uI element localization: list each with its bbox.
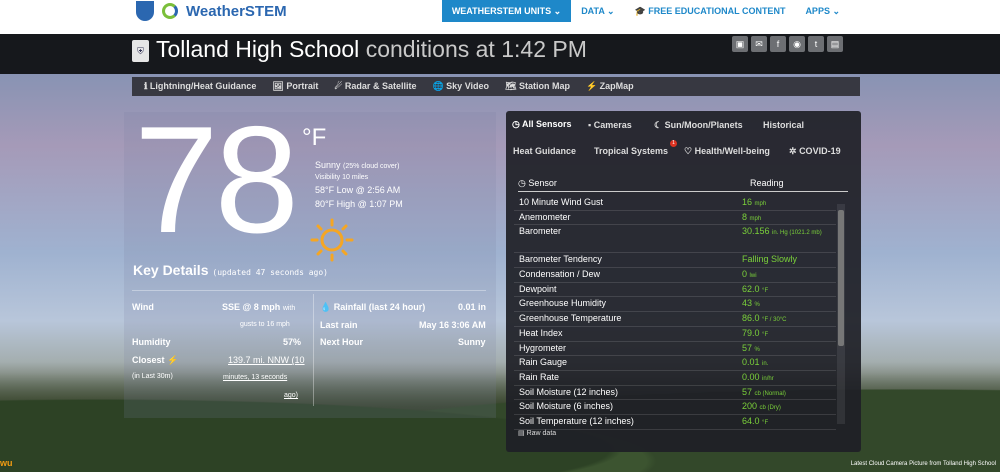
closest-lightning-value-2[interactable]: minutes, 13 seconds <box>223 374 287 381</box>
temperature-unit: °F <box>302 124 327 151</box>
visibility: Visibility 10 miles <box>315 174 369 181</box>
low-temp: 58°F Low @ 2:56 AM <box>315 185 401 195</box>
divider <box>313 294 314 406</box>
last-rain-value: May 16 3:06 AM <box>419 320 486 330</box>
humidity-label: Humidity <box>132 337 171 347</box>
title-bar: ⛨ Tolland High School conditions at 1:42… <box>0 34 1000 74</box>
table-row[interactable]: Dewpoint 62.0 °F <box>514 283 836 298</box>
next-hour-label: Next Hour <box>320 337 364 347</box>
col-reading: Reading <box>750 178 784 188</box>
school-name: Tolland High School <box>156 36 360 62</box>
page-title: Tolland High School conditions at 1:42 P… <box>156 36 587 63</box>
key-details-heading: Key Details (updated 47 seconds ago) <box>133 262 328 278</box>
table-row[interactable]: Barometer Tendency Falling Slowly <box>514 253 836 269</box>
col-sensor: Sensor <box>528 178 557 188</box>
camera-caption: Latest Cloud Camera Picture from Tolland… <box>850 461 996 467</box>
nav-free-educational-content[interactable]: 🎓 FREE EDUCATIONAL CONTENT <box>625 0 796 22</box>
closest-lightning-label: Closest ⚡ <box>132 355 179 365</box>
closest-lightning-value[interactable]: 139.7 mi. NNW (10 <box>228 355 305 365</box>
subnav-sky-video[interactable]: 🌐 Sky Video <box>432 81 489 92</box>
humidity-value: 57% <box>283 337 302 347</box>
tab-covid-19[interactable]: ✲ COVID-19 <box>789 146 841 157</box>
sensor-table-scrollbar[interactable] <box>837 204 845 424</box>
cloud-cover: (25% cloud cover) <box>343 163 400 170</box>
chat-icon[interactable]: ◉ <box>789 36 805 52</box>
clock-icon: ◷ <box>518 178 526 188</box>
scrollbar-thumb[interactable] <box>838 210 844 346</box>
table-row[interactable]: Barometer 30.156 in. Hg (1021.2 mb) <box>514 225 836 254</box>
condition-text: Sunny <box>315 160 341 170</box>
top-navbar: WeatherSTEM WEATHERSTEM UNITS ⌄ DATA ⌄ 🎓… <box>0 0 1000 34</box>
raindrop-icon: 💧 <box>320 302 332 312</box>
rainfall-label: 💧 Rainfall (last 24 hour) <box>320 302 426 312</box>
rainfall-value: 0.01 in <box>458 302 487 312</box>
tab-tropical-systems[interactable]: Tropical Systems <box>594 146 668 156</box>
tab-cameras[interactable]: ▪ Cameras <box>588 120 632 130</box>
twitter-icon[interactable]: t <box>808 36 824 52</box>
wind-label: Wind <box>132 302 154 312</box>
raw-data-link[interactable]: ▤ Raw data <box>518 429 556 437</box>
table-row[interactable]: 10 Minute Wind Gust 16 mph <box>514 196 836 211</box>
table-row[interactable]: Condensation / Dew 0 lwi <box>514 268 836 283</box>
social-icons: ▣ ✉ f ◉ t ▤ <box>732 36 843 52</box>
wu-logo: wu <box>0 458 13 468</box>
moon-icon: ☾ <box>654 120 663 130</box>
key-details-updated: (updated 47 seconds ago) <box>212 268 328 277</box>
nav-data[interactable]: DATA ⌄ <box>571 0 624 22</box>
sun-icon <box>310 218 354 262</box>
table-row[interactable]: Soil Moisture (6 inches) 200 cb (Dry) <box>514 400 836 415</box>
mail-icon[interactable]: ✉ <box>751 36 767 52</box>
sensor-table: 10 Minute Wind Gust 16 mph Anemometer 8 mp… <box>514 196 836 430</box>
table-row[interactable]: Soil Temperature (12 inches) 64.0 °F <box>514 415 836 430</box>
logo-text: WeatherSTEM <box>186 2 287 20</box>
tab-heat-guidance[interactable]: Heat Guidance <box>513 146 576 156</box>
tv-icon[interactable]: ▤ <box>827 36 843 52</box>
table-row[interactable]: Hygrometer 57 % <box>514 342 836 357</box>
facebook-icon[interactable]: f <box>770 36 786 52</box>
subnav-lightning-heat-guidance[interactable]: ℹ Lightning/Heat Guidance <box>144 81 256 92</box>
tab-all-sensors[interactable]: ◷ All Sensors <box>512 119 572 130</box>
subnav-radar-satellite[interactable]: ☄ Radar & Satellite <box>334 81 416 92</box>
table-row[interactable]: Greenhouse Temperature 86.0 °F / 30°C <box>514 312 836 327</box>
wind-value: SSE @ 8 mph with <box>222 302 296 312</box>
table-row[interactable]: Soil Moisture (12 inches) 57 cb (Normal) <box>514 386 836 401</box>
weatherstem-leaf-icon <box>162 3 178 19</box>
table-row[interactable]: Heat Index 79.0 °F <box>514 327 836 342</box>
table-row[interactable]: Anemometer 8 mph <box>514 211 836 226</box>
nav-weatherstem-units[interactable]: WEATHERSTEM UNITS ⌄ <box>441 0 572 22</box>
high-temp: 80°F High @ 1:07 PM <box>315 199 403 209</box>
subnav-station-map[interactable]: 🗺 Station Map <box>505 81 570 92</box>
conditions-time: conditions at 1:42 PM <box>365 36 587 62</box>
table-row[interactable]: Greenhouse Humidity 43 % <box>514 297 836 313</box>
current-temperature: 78 <box>134 95 299 265</box>
subnav-portrait[interactable]: 🖼 Portrait <box>272 81 318 92</box>
sensor-table-header: ◷ Sensor Reading <box>518 178 848 192</box>
conditions-summary: Sunny (25% cloud cover) Visibility 10 mi… <box>315 160 403 209</box>
table-row[interactable]: Rain Gauge 0.01 in. <box>514 356 836 371</box>
closest-lightning-value-3[interactable]: ago) <box>284 392 298 399</box>
closest-lightning-note: (in Last 30m) <box>132 373 173 380</box>
last-rain-label: Last rain <box>320 320 358 330</box>
school-crest-icon: ⛨ <box>132 40 149 62</box>
subnav-zapmap[interactable]: ⚡ ZapMap <box>586 81 634 92</box>
wind-gusts: gusts to 16 mph <box>240 321 290 328</box>
sub-navbar: ℹ Lightning/Heat Guidance 🖼 Portrait ☄ R… <box>132 77 860 96</box>
document-icon: ▤ <box>518 430 525 437</box>
heart-icon: ♡ <box>684 146 693 156</box>
virus-icon: ✲ <box>789 146 797 156</box>
school-shield-logo <box>136 1 154 21</box>
nav-apps[interactable]: APPS ⌄ <box>795 0 850 22</box>
calendar-icon[interactable]: ▣ <box>732 36 748 52</box>
tab-historical[interactable]: Historical <box>763 120 804 130</box>
tab-health-wellbeing[interactable]: ♡ Health/Well-being <box>684 146 770 157</box>
table-row[interactable]: Rain Rate 0.00 in/hr <box>514 371 836 386</box>
tab-sun-moon-planets[interactable]: ☾ Sun/Moon/Planets <box>654 120 743 131</box>
next-hour-value: Sunny <box>458 337 486 347</box>
weatherstem-logo[interactable]: WeatherSTEM <box>136 0 287 22</box>
notification-badge: 1 <box>670 140 677 147</box>
camera-icon: ▪ <box>588 120 592 130</box>
divider <box>132 290 486 291</box>
clock-icon: ◷ <box>512 119 520 129</box>
